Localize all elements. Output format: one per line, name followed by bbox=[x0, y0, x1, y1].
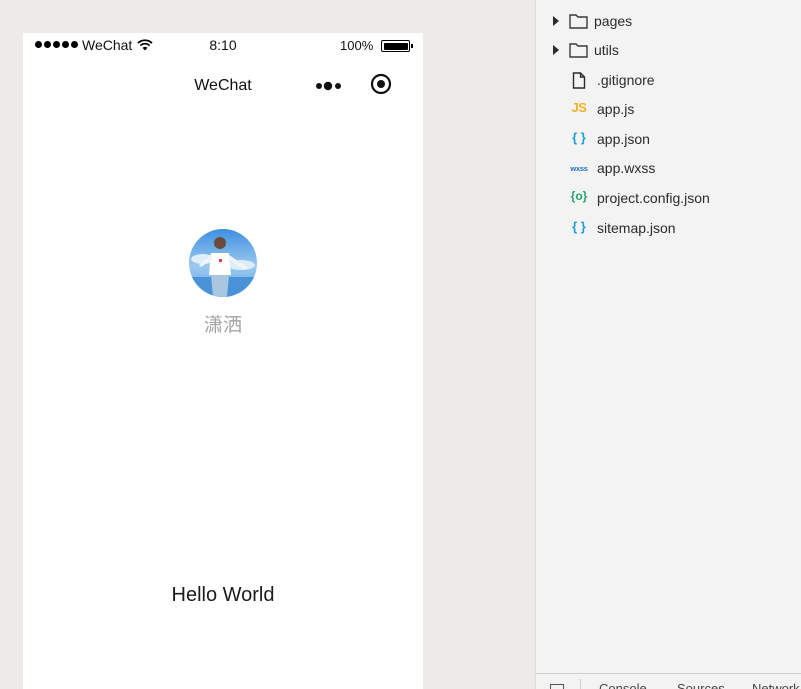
tree-item-label: pages bbox=[594, 13, 633, 29]
close-miniprogram-icon[interactable] bbox=[370, 73, 392, 95]
nav-title: WeChat bbox=[194, 77, 252, 94]
tree-file-app-wxss[interactable]: wxss app.wxss bbox=[536, 154, 801, 182]
tree-item-label: sitemap.json bbox=[597, 220, 676, 236]
battery-percent: 100% bbox=[340, 38, 374, 53]
tree-file-app-js[interactable]: JS app.js bbox=[536, 95, 801, 123]
tree-item-label: app.json bbox=[597, 131, 650, 147]
tree-folder-utils[interactable]: utils bbox=[536, 36, 801, 64]
tree-file-app-json[interactable]: { } app.json bbox=[536, 125, 801, 153]
motto-text: Hello World bbox=[171, 584, 275, 606]
user-avatar[interactable] bbox=[189, 229, 257, 297]
devtools-tabbar: Console Sources Network bbox=[535, 673, 801, 689]
expand-arrow-icon[interactable] bbox=[553, 45, 559, 55]
phone-simulator: WeChat 8:10 100% WeChat 潇洒 Hello World bbox=[23, 33, 423, 689]
json-icon: { } bbox=[572, 219, 586, 234]
tree-file-project-config[interactable]: {o} project.config.json bbox=[536, 184, 801, 212]
divider bbox=[580, 679, 581, 689]
tree-folder-pages[interactable]: pages bbox=[536, 7, 801, 35]
tree-item-label: app.wxss bbox=[597, 160, 656, 176]
tree-item-label: utils bbox=[594, 42, 619, 58]
file-explorer: pages utils .gitignore JS app.js { } app… bbox=[535, 0, 801, 673]
file-icon bbox=[572, 72, 586, 89]
tab-console[interactable]: Console bbox=[599, 681, 647, 689]
user-nickname: 潇洒 bbox=[203, 315, 242, 336]
tab-sources[interactable]: Sources bbox=[677, 681, 725, 689]
js-icon: JS bbox=[571, 100, 587, 115]
tree-item-label: app.js bbox=[597, 101, 635, 117]
tree-file-gitignore[interactable]: .gitignore bbox=[536, 66, 801, 94]
config-json-icon: {o} bbox=[570, 189, 588, 203]
battery-icon bbox=[381, 40, 413, 52]
tree-file-sitemap-json[interactable]: { } sitemap.json bbox=[536, 214, 801, 242]
tab-network[interactable]: Network bbox=[752, 681, 800, 689]
status-bar: WeChat 8:10 100% bbox=[23, 33, 423, 57]
folder-icon bbox=[569, 14, 588, 29]
folder-icon bbox=[569, 43, 588, 58]
more-dots-icon[interactable] bbox=[315, 78, 345, 94]
tree-item-label: project.config.json bbox=[597, 190, 710, 206]
avatar-photo bbox=[189, 229, 257, 297]
json-icon: { } bbox=[572, 130, 586, 145]
expand-arrow-icon[interactable] bbox=[553, 16, 559, 26]
panel-toggle-icon[interactable] bbox=[550, 684, 564, 689]
navigation-bar: WeChat bbox=[23, 66, 423, 106]
wxss-icon: wxss bbox=[570, 164, 588, 173]
tree-item-label: .gitignore bbox=[597, 72, 655, 88]
